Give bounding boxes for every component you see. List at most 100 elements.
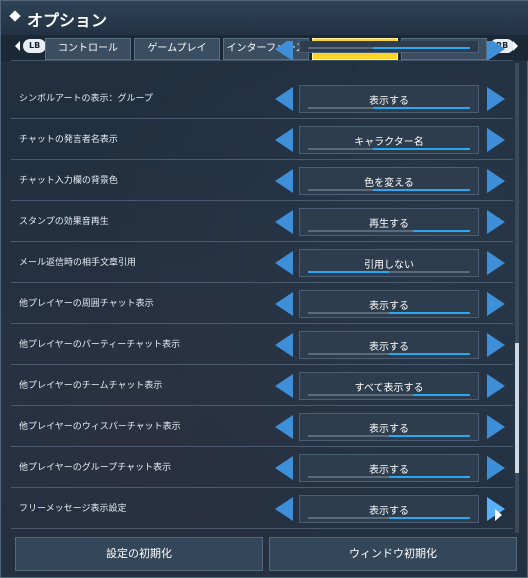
next-value-arrow-icon[interactable] <box>487 128 505 152</box>
next-value-arrow-icon[interactable] <box>487 169 505 193</box>
value-bar-fill <box>413 230 470 232</box>
setting-row: スタンプの効果音再生 再生する <box>11 202 513 242</box>
value-bar <box>308 476 470 478</box>
value-bar-fill <box>308 271 389 273</box>
next-value-arrow-icon[interactable] <box>487 251 505 275</box>
value-box[interactable]: 再生する <box>299 208 479 236</box>
setting-row-partial <box>11 41 513 61</box>
value-bar-fill <box>389 353 470 355</box>
value-bar <box>308 394 470 396</box>
next-value-arrow-icon[interactable] <box>487 292 505 316</box>
next-value-arrow-icon[interactable] <box>487 374 505 398</box>
next-value-arrow-icon[interactable] <box>487 415 505 439</box>
prev-value-arrow-icon[interactable] <box>275 497 293 521</box>
value-bar-fill <box>389 517 470 519</box>
value-box[interactable]: 表示する <box>299 331 479 359</box>
setting-label: 他プレイヤーのパーティーチャット表示 <box>19 340 181 350</box>
setting-value: 表示する <box>369 424 409 435</box>
setting-row: チャット入力欄の背景色 色を変える <box>11 161 513 201</box>
setting-value: 表示する <box>369 506 409 517</box>
setting-value: 表示する <box>369 342 409 353</box>
prev-value-arrow-icon[interactable] <box>275 87 293 111</box>
setting-label: フリーメッセージ表示設定 <box>19 504 127 514</box>
setting-value: キャラクター名 <box>354 137 424 148</box>
setting-row: 他プレイヤーの周囲チャット表示 表示する <box>11 284 513 324</box>
value-bar <box>308 107 470 109</box>
setting-value: 表示する <box>369 465 409 476</box>
setting-row: 他プレイヤーのウィスパーチャット表示 表示する <box>11 407 513 447</box>
setting-value: 表示する <box>369 301 409 312</box>
value-box[interactable]: 表示する <box>299 85 479 113</box>
title-bar: オプション <box>1 1 528 35</box>
value-bar-fill <box>389 312 470 314</box>
setting-label: 他プレイヤーのグループチャット表示 <box>19 463 172 473</box>
prev-value-arrow-icon[interactable] <box>275 169 293 193</box>
setting-value: 再生する <box>369 219 409 230</box>
value-box[interactable]: 表示する <box>299 454 479 482</box>
tab-next-arrow-icon[interactable] <box>513 41 518 51</box>
value-bar-fill <box>413 394 470 396</box>
value-bar-fill <box>389 435 470 437</box>
setting-row: メール返信時の相手文章引用 引用しない <box>11 243 513 283</box>
setting-row: 他プレイヤーのパーティーチャット表示 表示する <box>11 325 513 365</box>
value-bar-fill <box>389 476 470 478</box>
reset-window-button[interactable]: ウィンドウ初期化 <box>269 537 517 571</box>
value-bar <box>308 435 470 437</box>
setting-value: すべて表示する <box>354 383 424 394</box>
setting-label: チャット入力欄の背景色 <box>19 176 118 186</box>
setting-label: 他プレイヤーのウィスパーチャット表示 <box>19 422 181 432</box>
reset-settings-button[interactable]: 設定の初期化 <box>15 537 263 571</box>
prev-value-arrow-icon[interactable] <box>275 41 293 60</box>
mouse-cursor-icon <box>495 509 502 521</box>
value-box <box>299 41 479 53</box>
value-bar <box>308 189 470 191</box>
next-value-arrow-icon[interactable] <box>487 333 505 357</box>
next-value-arrow-icon[interactable] <box>487 456 505 480</box>
prev-value-arrow-icon[interactable] <box>275 251 293 275</box>
value-bar <box>308 230 470 232</box>
prev-value-arrow-icon[interactable] <box>275 456 293 480</box>
value-bar <box>308 353 470 355</box>
value-bar <box>308 517 470 519</box>
next-value-arrow-icon[interactable] <box>487 87 505 111</box>
prev-value-arrow-icon[interactable] <box>275 415 293 439</box>
setting-label: スタンプの効果音再生 <box>19 217 109 227</box>
prev-value-arrow-icon[interactable] <box>275 210 293 234</box>
value-bar-fill <box>373 107 470 109</box>
prev-value-arrow-icon[interactable] <box>275 374 293 398</box>
value-bar <box>308 312 470 314</box>
value-box[interactable]: 引用しない <box>299 249 479 277</box>
value-box[interactable]: 表示する <box>299 290 479 318</box>
next-value-arrow-icon[interactable] <box>487 210 505 234</box>
setting-label: 他プレイヤーのチームチャット表示 <box>19 381 163 391</box>
setting-label: シンボルアートの表示：グループ <box>19 94 153 104</box>
value-bar <box>308 148 470 150</box>
setting-label: メール返信時の相手文章引用 <box>19 258 137 268</box>
setting-value: 表示する <box>369 96 409 107</box>
prev-value-arrow-icon[interactable] <box>275 128 293 152</box>
setting-row: フリーメッセージ表示設定 表示する <box>11 489 513 529</box>
value-box[interactable]: すべて表示する <box>299 372 479 400</box>
next-value-arrow-icon[interactable] <box>487 41 505 60</box>
value-box[interactable]: キャラクター名 <box>299 126 479 154</box>
prev-value-arrow-icon[interactable] <box>275 333 293 357</box>
setting-row: 他プレイヤーのチームチャット表示 すべて表示する <box>11 366 513 406</box>
value-box[interactable]: 表示する <box>299 413 479 441</box>
setting-value: 引用しない <box>364 260 414 271</box>
title-diamond-icon <box>9 10 21 22</box>
value-bar <box>308 47 470 49</box>
window-title: オプション <box>27 11 108 30</box>
scrollbar-thumb[interactable] <box>515 343 519 473</box>
scrollbar[interactable] <box>515 63 519 533</box>
setting-row: チャットの発言者名表示 キャラクター名 <box>11 120 513 160</box>
value-box[interactable]: 色を変える <box>299 167 479 195</box>
value-box[interactable]: 表示する <box>299 495 479 523</box>
setting-label: 他プレイヤーの周囲チャット表示 <box>19 299 154 309</box>
value-bar-fill <box>373 47 470 49</box>
prev-value-arrow-icon[interactable] <box>275 292 293 316</box>
setting-row: 他プレイヤーのグループチャット表示 表示する <box>11 448 513 488</box>
setting-value: 色を変える <box>364 178 414 189</box>
setting-row: シンボルアートの表示：グループ 表示する <box>11 79 513 119</box>
value-bar-fill <box>373 189 470 191</box>
setting-label: チャットの発言者名表示 <box>19 135 118 145</box>
